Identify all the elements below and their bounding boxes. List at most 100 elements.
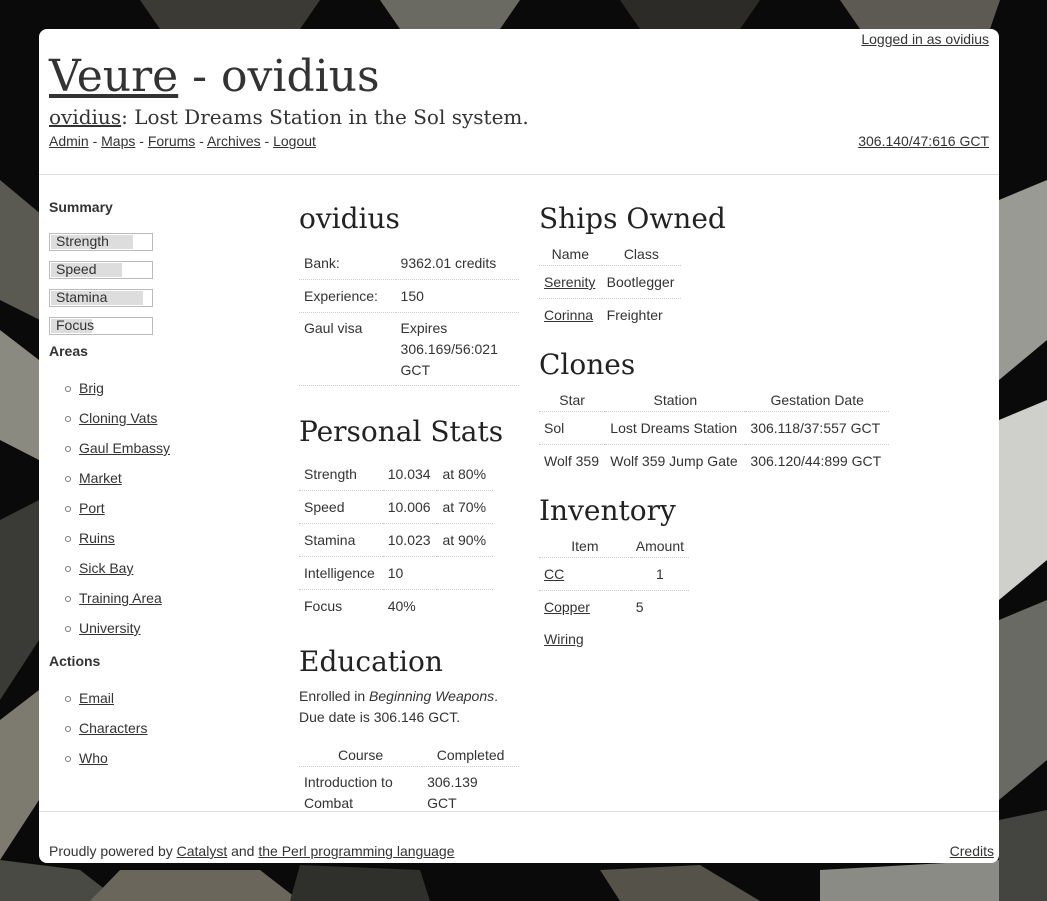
column-header: Star xyxy=(539,389,606,412)
visa-value: Expires 306.169/56:021 GCT xyxy=(395,312,519,386)
action-link-email[interactable]: Email xyxy=(79,690,114,706)
column-header: Gestation Date xyxy=(745,389,889,412)
nav-logout[interactable]: Logout xyxy=(273,133,316,149)
enrollment-text: Enrolled in Beginning Weapons. Due date … xyxy=(299,686,519,728)
stat-value: 10 xyxy=(382,556,438,590)
title-character: - ovidius xyxy=(178,51,380,102)
enrolled-prefix: Enrolled in xyxy=(299,688,370,704)
ship-name-cell: Corinna xyxy=(539,299,602,332)
list-item: Cloning Vats xyxy=(65,403,249,433)
inventory-heading: Inventory xyxy=(539,494,676,527)
ship-link-corinna[interactable]: Corinna xyxy=(544,307,593,323)
sidebar: Summary Strength Speed Stamina Focus Are… xyxy=(49,199,249,773)
area-link-cloning-vats[interactable]: Cloning Vats xyxy=(79,410,157,426)
table-row: Speed 10.006 at 70% xyxy=(299,490,493,524)
area-link-market[interactable]: Market xyxy=(79,470,122,486)
stat-name: Intelligence xyxy=(299,556,383,590)
nav-forums[interactable]: Forums xyxy=(148,133,195,149)
perl-link[interactable]: the Perl programming language xyxy=(258,843,454,859)
area-link-brig[interactable]: Brig xyxy=(79,380,104,396)
visa-line: GCT xyxy=(400,362,431,378)
stat-name: Focus xyxy=(304,598,343,614)
nav-maps[interactable]: Maps xyxy=(101,133,135,149)
stat-name: Speed xyxy=(299,490,383,524)
area-link-ruins[interactable]: Ruins xyxy=(79,530,115,546)
focus-bar: Focus xyxy=(49,317,153,335)
main-nav: Admin - Maps - Forums - Archives - Logou… xyxy=(49,133,316,149)
column-header: Completed xyxy=(422,744,519,767)
clones-table: Star Station Gestation Date Sol Lost Dre… xyxy=(539,389,889,477)
visa-line: Expires xyxy=(400,320,448,336)
catalyst-link[interactable]: Catalyst xyxy=(177,843,228,859)
area-link-training-area[interactable]: Training Area xyxy=(79,590,162,606)
site-home-link[interactable]: Veure xyxy=(49,51,178,102)
summary-heading: Summary xyxy=(49,199,113,215)
stat-value: 40% xyxy=(387,598,416,614)
clone-station: Wolf 359 Jump Gate xyxy=(610,453,738,469)
area-link-sick-bay[interactable]: Sick Bay xyxy=(79,560,133,576)
stat-name: Stamina xyxy=(299,523,383,557)
table-row: Gaul visa Expires 306.169/56:021 GCT xyxy=(299,312,519,386)
stat-level xyxy=(437,590,493,623)
bank-value: 9362.01 credits xyxy=(395,247,519,280)
credits-link[interactable]: Credits xyxy=(950,843,994,859)
areas-heading: Areas xyxy=(49,343,88,359)
ship-name-cell: Serenity xyxy=(539,265,602,299)
column-header: Name xyxy=(539,243,602,266)
item-link-cc[interactable]: CC xyxy=(544,566,564,582)
column-header: Amount xyxy=(630,535,689,558)
action-link-who[interactable]: Who xyxy=(79,750,108,766)
table-row: Strength 10.034 at 80% xyxy=(299,458,493,491)
footer-middle: and xyxy=(227,843,259,859)
stat-level xyxy=(437,556,493,590)
list-item: Training Area xyxy=(65,583,249,613)
actions-list: Email Characters Who xyxy=(49,683,249,773)
stamina-bar: Stamina xyxy=(49,289,153,307)
experience-value: 150 xyxy=(395,279,519,313)
header-divider xyxy=(39,174,999,175)
logged-in-link[interactable]: Logged in as ovidius xyxy=(861,31,989,47)
due-date-text: Due date is 306.146 GCT. xyxy=(299,709,461,725)
completed-cell: 306.139 GCT xyxy=(422,767,519,815)
ship-class-cell: Bootlegger xyxy=(601,265,681,299)
profile-table: Bank: 9362.01 credits Experience: 150 Ga… xyxy=(299,247,519,386)
area-link-port[interactable]: Port xyxy=(79,500,105,516)
list-item: Brig xyxy=(65,373,249,403)
speed-bar: Speed xyxy=(49,261,153,279)
location-line: ovidius: Lost Dreams Station in the Sol … xyxy=(49,103,989,131)
bank-label: Bank: xyxy=(299,247,396,280)
list-item: Characters xyxy=(65,713,249,743)
stamina-bar-label: Stamina xyxy=(56,289,108,305)
character-link[interactable]: ovidius xyxy=(49,105,121,129)
item-link-copper-wiring[interactable]: Copper Wiring xyxy=(544,599,590,647)
location-text: : Lost Dreams Station in the Sol system. xyxy=(121,105,529,129)
strength-bar: Strength xyxy=(49,233,153,251)
table-row: Bank: 9362.01 credits xyxy=(299,247,519,280)
list-item: Ruins xyxy=(65,523,249,553)
enrolled-suffix: . xyxy=(494,688,498,704)
ship-class-cell: Freighter xyxy=(606,307,663,323)
nav-archives[interactable]: Archives xyxy=(207,133,261,149)
character-name-heading: ovidius xyxy=(299,202,400,235)
clones-heading: Clones xyxy=(539,348,636,381)
area-link-gaul-embassy[interactable]: Gaul Embassy xyxy=(79,440,170,456)
action-link-characters[interactable]: Characters xyxy=(79,720,147,736)
clone-date: 306.118/37:557 GCT xyxy=(745,411,889,445)
ship-link-serenity[interactable]: Serenity xyxy=(544,274,595,290)
column-header: Station xyxy=(605,389,746,412)
strength-bar-label: Strength xyxy=(56,233,109,249)
education-table: Course Completed Introduction to Combat … xyxy=(299,744,519,814)
table-row: Focus 40% xyxy=(299,590,493,623)
table-header-row: Name Class xyxy=(539,243,681,266)
table-row: CC 1 xyxy=(539,557,689,591)
stat-value: 10.034 xyxy=(382,458,438,491)
area-link-university[interactable]: University xyxy=(79,620,140,636)
game-clock-link[interactable]: 306.140/47:616 GCT xyxy=(858,133,989,149)
nav-admin[interactable]: Admin xyxy=(49,133,89,149)
header: Veure - ovidius ovidius: Lost Dreams Sta… xyxy=(49,51,989,131)
stat-level: at 90% xyxy=(437,523,493,557)
course-line: Introduction to xyxy=(304,774,393,790)
table-row: Experience: 150 xyxy=(299,279,519,313)
education-heading: Education xyxy=(299,645,443,678)
table-row: Wolf 359 Wolf 359 Jump Gate 306.120/44:8… xyxy=(539,445,889,478)
